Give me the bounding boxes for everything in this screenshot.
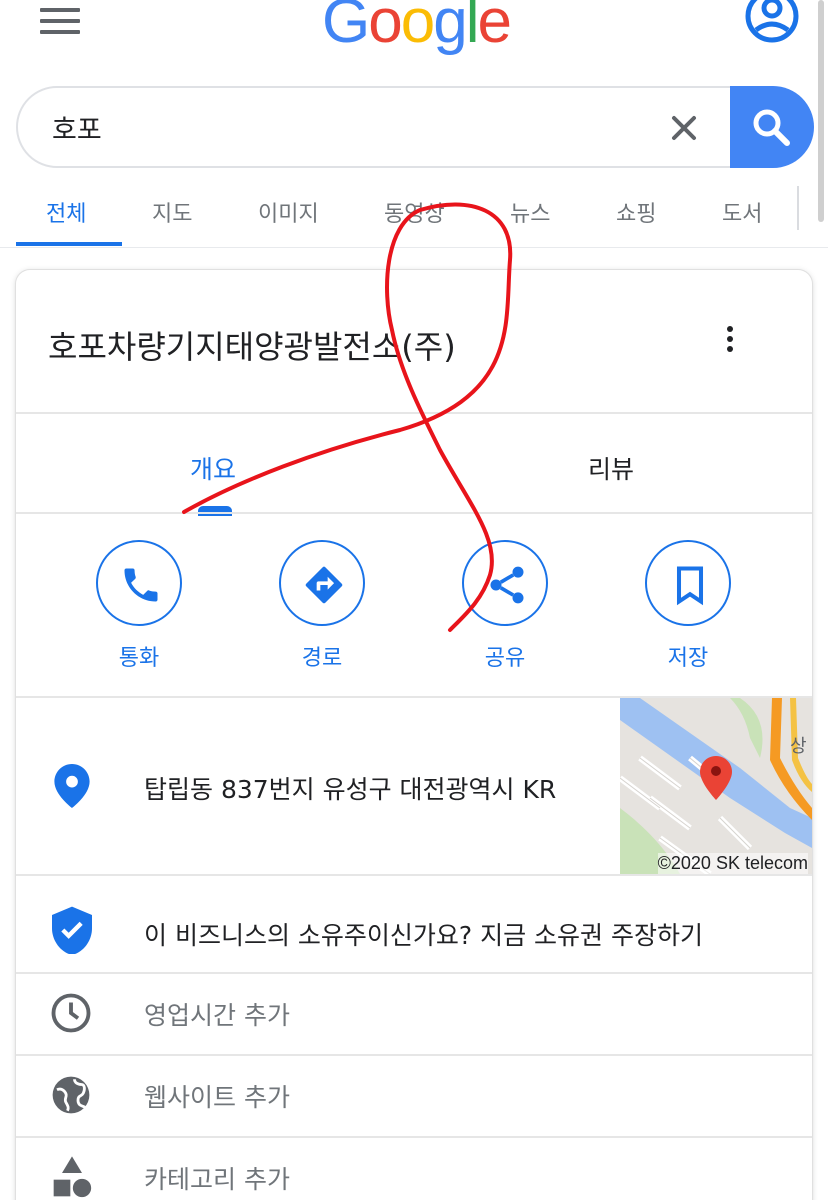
globe-icon xyxy=(50,1074,92,1120)
tab-images[interactable]: 이미지 xyxy=(258,196,319,228)
active-subtab-indicator xyxy=(198,506,232,516)
logo-letter: G xyxy=(322,0,370,56)
divider xyxy=(16,1136,812,1138)
phone-icon xyxy=(124,568,158,602)
subtab-reviews[interactable]: 리뷰 xyxy=(588,450,634,486)
map-credit: ©2020 SK telecom xyxy=(657,853,808,874)
place-card: 호포차량기지태양광발전소(주) 개요 리뷰 통화 경로 공유 저장 탑립동 83… xyxy=(16,270,812,1200)
share-button[interactable]: 공유 xyxy=(450,540,560,672)
verified-shield-icon xyxy=(52,906,92,958)
account-icon[interactable] xyxy=(744,0,800,44)
tab-all[interactable]: 전체 xyxy=(46,196,86,228)
search-button[interactable] xyxy=(730,86,814,168)
search-icon xyxy=(753,109,790,146)
scrollbar[interactable] xyxy=(818,0,824,222)
logo-letter: e xyxy=(477,0,512,56)
divider xyxy=(16,874,812,876)
add-hours-link[interactable]: 영업시간 추가 xyxy=(144,996,290,1032)
tab-shopping[interactable]: 쇼핑 xyxy=(616,196,656,228)
add-website-link[interactable]: 웹사이트 추가 xyxy=(144,1078,290,1114)
search-input[interactable] xyxy=(52,104,652,150)
map-thumbnail[interactable]: 상 ©2020 SK telecom xyxy=(620,698,812,874)
address-text[interactable]: 탑립동 837번지 유성구 대전광역시 KR xyxy=(144,770,556,806)
more-options-icon[interactable] xyxy=(724,326,736,356)
logo-letter: o xyxy=(400,0,436,56)
clock-icon xyxy=(50,992,92,1038)
subtab-overview[interactable]: 개요 xyxy=(190,450,236,486)
directions-label: 경로 xyxy=(301,646,343,671)
share-label: 공유 xyxy=(484,646,526,671)
search-box xyxy=(16,86,814,168)
bookmark-icon xyxy=(676,566,704,606)
divider xyxy=(16,972,812,974)
category-shapes-icon xyxy=(52,1156,92,1200)
tab-books[interactable]: 도서 xyxy=(722,196,762,228)
save-button[interactable]: 저장 xyxy=(633,540,743,672)
share-icon xyxy=(490,566,524,604)
call-label: 통화 xyxy=(118,646,160,671)
tab-maps[interactable]: 지도 xyxy=(152,196,192,228)
divider xyxy=(16,512,812,514)
logo-letter: o xyxy=(368,0,403,56)
search-tabs: 전체 지도 이미지 동영상 뉴스 쇼핑 도서 xyxy=(0,180,828,248)
logo-letter: g xyxy=(433,0,468,56)
directions-button[interactable]: 경로 xyxy=(267,540,377,672)
active-tab-indicator xyxy=(16,242,122,246)
tab-news[interactable]: 뉴스 xyxy=(510,196,550,228)
tabs-divider xyxy=(797,186,799,230)
call-button[interactable]: 통화 xyxy=(84,540,194,672)
add-category-link[interactable]: 카테고리 추가 xyxy=(144,1160,290,1196)
tab-videos[interactable]: 동영상 xyxy=(384,196,445,228)
hamburger-menu-icon[interactable] xyxy=(40,8,80,38)
logo-letter: l xyxy=(465,0,480,56)
top-bar: Google xyxy=(0,0,828,76)
divider xyxy=(16,1054,812,1056)
map-place-label: 상 xyxy=(790,736,807,757)
location-pin-icon xyxy=(54,764,90,812)
directions-icon xyxy=(305,566,343,604)
save-label: 저장 xyxy=(667,646,709,671)
place-title: 호포차량기지태양광발전소(주) xyxy=(48,328,456,366)
claim-business-link[interactable]: 이 비즈니스의 소유주이신가요? 지금 소유권 주장하기 xyxy=(144,916,703,952)
divider xyxy=(16,412,812,414)
clear-icon[interactable] xyxy=(670,114,698,142)
google-logo[interactable]: Google xyxy=(322,0,512,56)
